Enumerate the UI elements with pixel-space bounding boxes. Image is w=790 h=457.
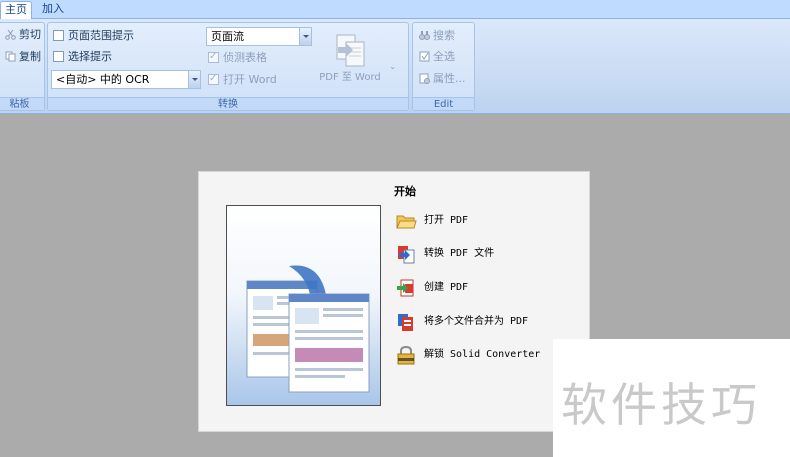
search-label: 搜索 [433, 29, 455, 42]
edit-group-label: Edit [413, 97, 474, 110]
folder-icon [396, 215, 417, 229]
detect-tables-label: 侦测表格 [223, 51, 267, 64]
properties-button[interactable]: 属性... [419, 71, 466, 87]
open-word-checkbox[interactable]: 打开 Word [208, 71, 277, 88]
convert-icon [398, 246, 415, 264]
unlock-label: 解锁 Solid Converter [424, 349, 541, 360]
page-range-hint-label: 页面范围提示 [68, 29, 134, 42]
start-panel: 开始 打开 PDF 转换 PDF 文件 创建 PDF 将多个文件合并为 PDF … [198, 171, 590, 432]
ocr-language-select[interactable]: <自动> 中的 OCR [51, 70, 201, 89]
tab-addins[interactable]: 加入 [38, 1, 68, 19]
conversion-illustration [246, 265, 370, 393]
clipboard-group-label: 粘板 [0, 97, 44, 110]
select-hint-label: 选择提示 [68, 50, 112, 63]
detect-tables-checkbox[interactable]: 侦测表格 [208, 49, 267, 66]
create-pdf-label: 创建 PDF [424, 282, 469, 293]
copy-button[interactable]: 复制 [5, 49, 41, 65]
ribbon-tab-bar: 主页 加入 [0, 0, 790, 19]
copy-label: 复制 [19, 50, 41, 63]
binoculars-icon [419, 31, 430, 40]
page-mode-value: 页面流 [211, 30, 244, 43]
pdf-to-word-label: PDF 至 Word [319, 72, 381, 83]
select-all-button[interactable]: 全选 [419, 49, 455, 65]
select-all-icon [419, 51, 430, 62]
tab-home[interactable]: 主页 [0, 1, 32, 19]
clipboard-group: 剪切 复制 粘板 [0, 22, 45, 111]
watermark-box: 软件技巧 [553, 339, 790, 457]
open-pdf-label: 打开 PDF [424, 215, 469, 226]
ocr-select-value: <自动> 中的 OCR [56, 73, 150, 86]
select-all-label: 全选 [433, 50, 455, 63]
scissors-icon [5, 29, 16, 40]
edit-group: 搜索 全选 属性... Edit [412, 22, 475, 111]
checkbox-box [53, 30, 64, 41]
convert-group: 页面范围提示 选择提示 <自动> 中的 OCR 页面流 侦测表格 打开 Word [47, 22, 409, 111]
chevron-down-icon[interactable] [299, 28, 311, 45]
create-pdf-icon [397, 279, 414, 297]
chevron-down-icon[interactable]: ⌄ [389, 62, 396, 71]
checkbox-box [53, 51, 64, 62]
open-word-label: 打开 Word [223, 73, 277, 86]
watermark-text: 软件技巧 [561, 378, 761, 432]
checkbox-checked [208, 71, 219, 87]
properties-label: 属性... [433, 72, 466, 85]
document-preview-image [226, 205, 381, 406]
start-title: 开始 [394, 185, 416, 198]
copy-icon [5, 51, 16, 62]
cut-label: 剪切 [19, 28, 41, 41]
ribbon: 剪切 复制 粘板 页面范围提示 选择提示 <自动> 中的 OCR 页面流 侦测表… [0, 19, 790, 114]
cut-button[interactable]: 剪切 [5, 27, 41, 43]
page-range-hint-checkbox[interactable]: 页面范围提示 [53, 28, 134, 44]
pdf-to-word-button[interactable]: PDF 至 Word ⌄ [314, 29, 396, 97]
checkbox-checked [208, 49, 219, 65]
chevron-down-icon[interactable] [188, 71, 200, 88]
properties-icon [419, 73, 430, 84]
merge-pdf-label: 将多个文件合并为 PDF [424, 316, 529, 327]
page-mode-select[interactable]: 页面流 [206, 27, 312, 46]
convert-pdf-label: 转换 PDF 文件 [424, 248, 495, 259]
pdf-to-word-icon [336, 34, 365, 67]
search-button[interactable]: 搜索 [419, 28, 455, 44]
select-hint-checkbox[interactable]: 选择提示 [53, 49, 112, 65]
convert-group-label: 转换 [48, 97, 408, 110]
merge-icon [398, 314, 413, 331]
lock-icon [397, 345, 415, 365]
